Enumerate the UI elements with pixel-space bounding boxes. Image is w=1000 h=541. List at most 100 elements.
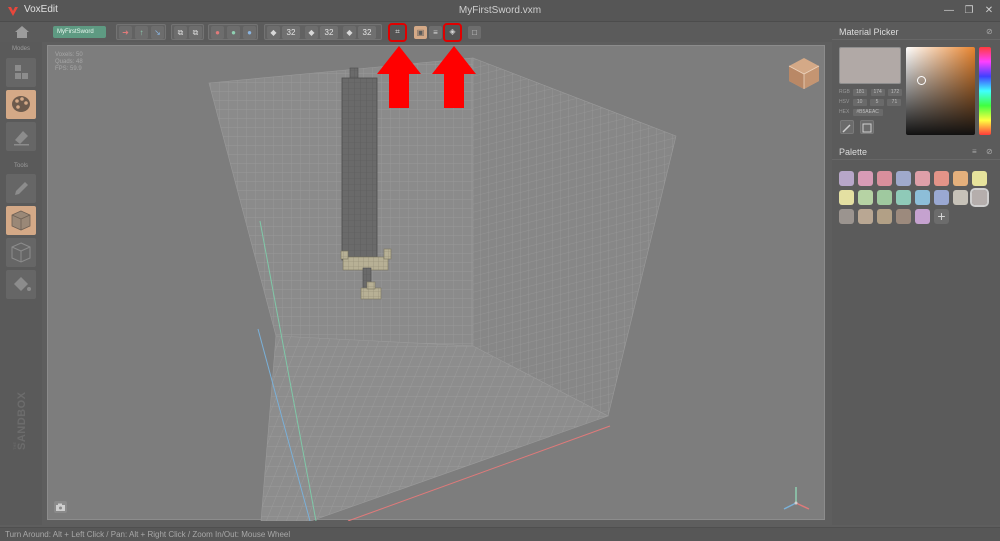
fill-tool-button[interactable]: [6, 270, 36, 299]
screenshot-button[interactable]: [54, 501, 67, 513]
pencil-tool-button[interactable]: [6, 174, 36, 203]
select-blocks-icon: [15, 65, 28, 79]
swatch-save-button[interactable]: [860, 120, 874, 134]
eraser-icon: [14, 131, 29, 146]
transform-group: ➜ ↑ ↘: [116, 24, 166, 40]
red-arrow-right-icon: [432, 46, 476, 108]
swatch-icon: [862, 123, 872, 133]
layers-icon[interactable]: ≡: [429, 26, 442, 39]
palette-swatch[interactable]: [953, 171, 968, 186]
right-panel: Material Picker ⊘ RGB 181 174 172 HSV 10…: [832, 22, 1000, 525]
svg-text:THE: THE: [12, 442, 17, 450]
view-group: ⌗ ▣ ≡ ◈ □: [387, 23, 483, 42]
voxel-cube-icon[interactable]: ▣: [414, 26, 427, 39]
close-button[interactable]: ✕: [980, 3, 998, 19]
hex-row: HEX #B5AEAC: [839, 109, 883, 116]
picker-cursor-icon[interactable]: [917, 76, 926, 85]
eyedropper-icon: [842, 124, 851, 133]
palette-swatch[interactable]: [858, 190, 873, 205]
model-name-badge[interactable]: MyFirstSword: [53, 26, 106, 38]
rgb-label: RGB: [839, 89, 850, 95]
palette-swatch[interactable]: [839, 190, 854, 205]
hsv-s-field[interactable]: 5: [870, 99, 885, 106]
palette-swatch[interactable]: [896, 171, 911, 186]
red-arrow-left-icon: [377, 46, 421, 108]
hex-field[interactable]: #B5AEAC: [852, 109, 883, 116]
palette-swatch[interactable]: [858, 171, 873, 186]
hsv-v-field[interactable]: 71: [887, 99, 902, 106]
mirror-icon[interactable]: ⧉: [174, 26, 187, 39]
eyedropper-button[interactable]: [840, 120, 854, 134]
scale-icon[interactable]: ↘: [151, 26, 164, 39]
frame-icon[interactable]: □: [468, 26, 481, 39]
3d-viewport[interactable]: Voxels: 50 Quads: 48 FPS: 59.9: [47, 45, 826, 521]
select-mode-button[interactable]: [6, 58, 36, 87]
current-color-preview: [839, 47, 901, 84]
palette-pin-icon[interactable]: ⊘: [986, 147, 993, 156]
hue-slider[interactable]: [979, 47, 991, 135]
palette-swatch[interactable]: [915, 209, 930, 224]
rgb-r-field[interactable]: 181: [853, 89, 868, 96]
status-bar: Turn Around: Alt + Left Click / Pan: Alt…: [0, 527, 1000, 541]
sphere-z-icon[interactable]: ●: [243, 26, 256, 39]
modes-heading: Modes: [11, 46, 30, 52]
quad-count: Quads: 48: [55, 59, 83, 65]
hsv-h-field[interactable]: 10: [852, 99, 867, 106]
voxel-scene[interactable]: [48, 46, 826, 521]
wireframe-cube-icon: [11, 242, 31, 263]
palette-menu-icon[interactable]: ≡: [972, 147, 977, 156]
maximize-button[interactable]: ❐: [960, 3, 978, 19]
home-icon[interactable]: [8, 24, 36, 40]
export-cube-icon[interactable]: ◈: [443, 23, 462, 42]
dimension-y-field[interactable]: 32: [320, 26, 338, 39]
palette-swatch[interactable]: [915, 171, 930, 186]
palette-swatch[interactable]: [896, 209, 911, 224]
palette-swatch[interactable]: [934, 171, 949, 186]
palette-swatch[interactable]: [934, 190, 949, 205]
rgb-b-field[interactable]: 172: [888, 89, 903, 96]
palette-header: Palette ≡ ⊘: [832, 142, 1000, 160]
palette-swatch[interactable]: [953, 190, 968, 205]
palette-swatch[interactable]: [858, 209, 873, 224]
tools-heading: Tools: [13, 163, 28, 169]
add-color-button[interactable]: +: [934, 209, 949, 224]
sphere-x-icon[interactable]: ●: [211, 26, 224, 39]
rotate-icon[interactable]: ↑: [135, 26, 148, 39]
palette-swatch[interactable]: [877, 171, 892, 186]
left-tool-panel: Modes Tools SANDBOX THE: [0, 42, 42, 525]
palette-swatch[interactable]: [915, 190, 930, 205]
shape-group: ● ● ●: [208, 24, 258, 40]
annotation-arrows: [377, 46, 476, 108]
palette-swatch[interactable]: [839, 209, 854, 224]
rgb-row: RGB 181 174 172: [839, 89, 903, 96]
saturation-value-picker[interactable]: [906, 47, 975, 135]
palette-swatch[interactable]: [877, 190, 892, 205]
wireframe-tool-button[interactable]: [6, 238, 36, 267]
file-name: MyFirstSword.vxm: [458, 5, 542, 16]
voxel-box-tool-button[interactable]: [6, 206, 36, 235]
palette-swatch[interactable]: [877, 209, 892, 224]
palette-swatch[interactable]: [896, 190, 911, 205]
view-cube-icon[interactable]: [788, 58, 820, 89]
palette-icon: [12, 96, 30, 112]
hsv-label: HSV: [839, 99, 850, 105]
cube-y-icon: ◆: [305, 26, 318, 39]
rgb-g-field[interactable]: 174: [870, 89, 885, 96]
palette-swatch[interactable]: [972, 171, 987, 186]
palette-swatch[interactable]: [839, 171, 854, 186]
minimize-button[interactable]: —: [940, 3, 958, 19]
dimension-x-field[interactable]: 32: [282, 26, 300, 39]
palette-swatch[interactable]: [970, 188, 989, 207]
voxedit-window: VoxEdit MyFirstSword.vxm — ❐ ✕ MyFirstSw…: [0, 0, 1000, 541]
pin-icon[interactable]: ⊘: [986, 27, 993, 36]
crop-icon[interactable]: ⌗: [388, 23, 407, 42]
cube-z-icon: ◆: [343, 26, 356, 39]
sphere-y-icon[interactable]: ●: [227, 26, 240, 39]
voxel-count: Voxels: 50: [55, 52, 83, 58]
move-icon[interactable]: ➜: [119, 26, 132, 39]
paint-mode-button[interactable]: [6, 90, 36, 119]
erase-mode-button[interactable]: [6, 122, 36, 151]
hsv-row: HSV 10 5 71: [839, 99, 902, 106]
dimension-z-field[interactable]: 32: [358, 26, 376, 39]
flip-icon[interactable]: ⧉: [189, 26, 202, 39]
